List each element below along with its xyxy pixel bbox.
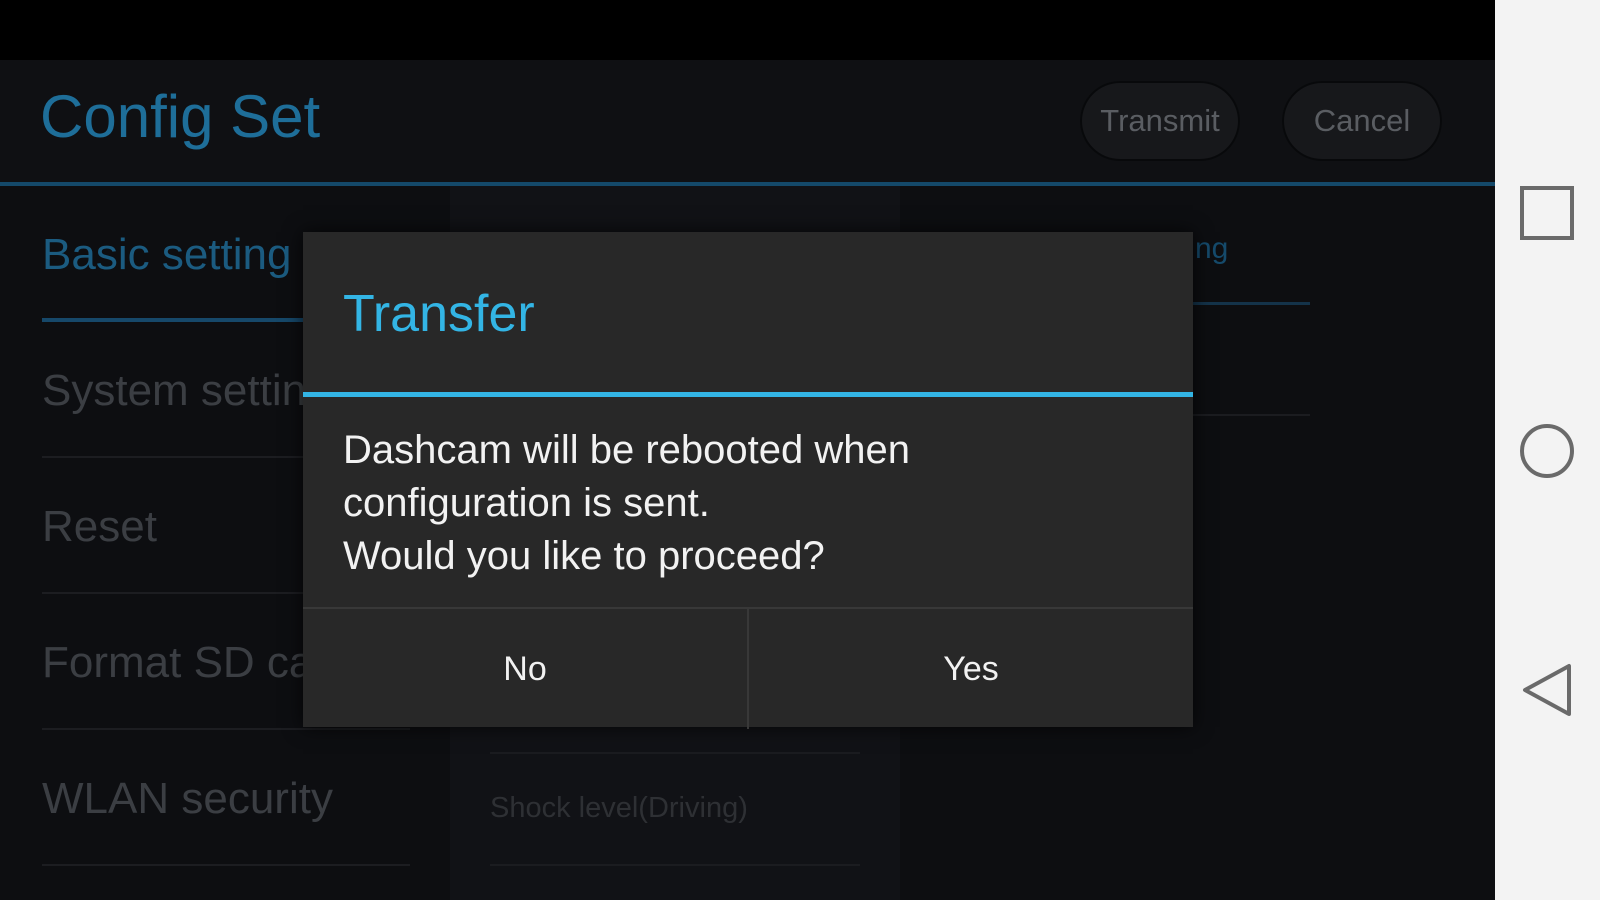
cancel-button[interactable]: Cancel [1282, 81, 1442, 161]
system-nav-bar [1495, 0, 1600, 900]
panel-header-label: ng [1195, 232, 1229, 265]
back-triangle-icon[interactable] [1517, 660, 1577, 720]
no-button[interactable]: No [303, 609, 747, 729]
status-bar [0, 0, 1495, 60]
dialog-button-row: No Yes [303, 607, 1193, 729]
menu-item-system-setting[interactable]: System setting [42, 366, 331, 416]
dialog-title-divider [303, 392, 1193, 397]
dialog-message-line: Would you like to proceed? [343, 534, 825, 578]
list-item-shock-level-driving[interactable]: Shock level(Driving) [490, 792, 748, 825]
menu-item-reset[interactable]: Reset [42, 502, 157, 552]
dialog-message-line: Dashcam will be rebooted when [343, 428, 910, 472]
action-bar: Config Set Transmit Cancel [0, 60, 1495, 186]
menu-item-basic-setting[interactable]: Basic setting [42, 230, 291, 280]
transmit-button[interactable]: Transmit [1080, 81, 1240, 161]
dialog-message: Dashcam will be rebooted when configurat… [343, 424, 1163, 583]
list-divider [490, 864, 860, 866]
yes-button[interactable]: Yes [749, 609, 1193, 729]
dialog-title: Transfer [343, 285, 535, 343]
menu-item-wlan-security[interactable]: WLAN security [42, 774, 333, 824]
home-circle-icon[interactable] [1517, 421, 1577, 481]
page-title: Config Set [40, 83, 321, 150]
list-divider [490, 752, 860, 754]
dialog-message-line: configuration is sent. [343, 481, 710, 525]
transfer-dialog: Transfer Dashcam will be rebooted when c… [303, 232, 1193, 729]
menu-divider [42, 864, 410, 866]
recents-square-icon[interactable] [1517, 183, 1577, 243]
